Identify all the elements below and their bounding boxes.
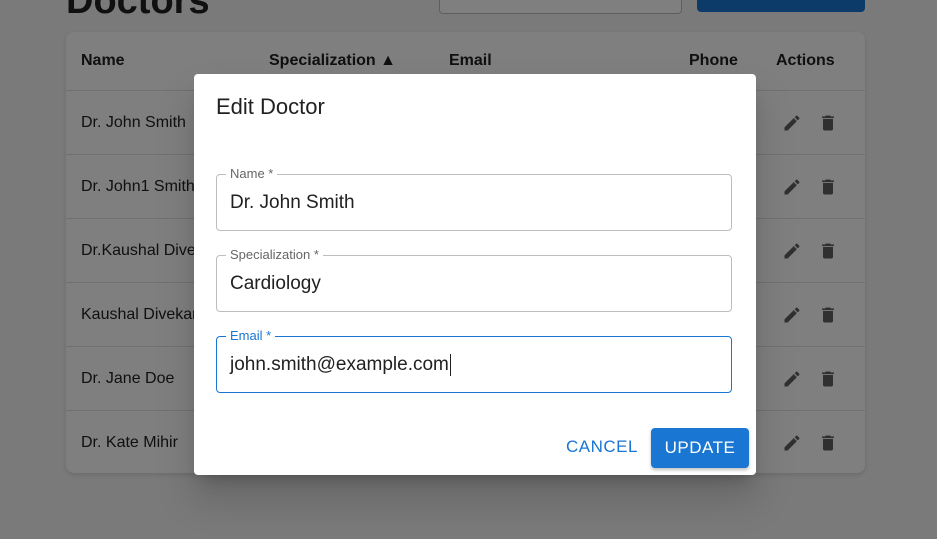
cancel-button[interactable]: CANCEL <box>556 432 648 462</box>
email-input-value: john.smith@example.com <box>230 353 449 375</box>
email-input[interactable]: john.smith@example.com <box>230 337 451 392</box>
name-input[interactable] <box>230 175 718 230</box>
email-field[interactable]: Email * john.smith@example.com <box>216 328 732 393</box>
text-caret <box>449 353 451 376</box>
name-field[interactable]: Name * <box>216 166 732 231</box>
edit-doctor-dialog: Edit Doctor Name * Specialization * Emai… <box>194 74 756 475</box>
update-button[interactable]: UPDATE <box>651 428 749 468</box>
dialog-title: Edit Doctor <box>216 94 325 119</box>
specialization-input[interactable] <box>230 256 718 311</box>
specialization-field[interactable]: Specialization * <box>216 247 732 312</box>
